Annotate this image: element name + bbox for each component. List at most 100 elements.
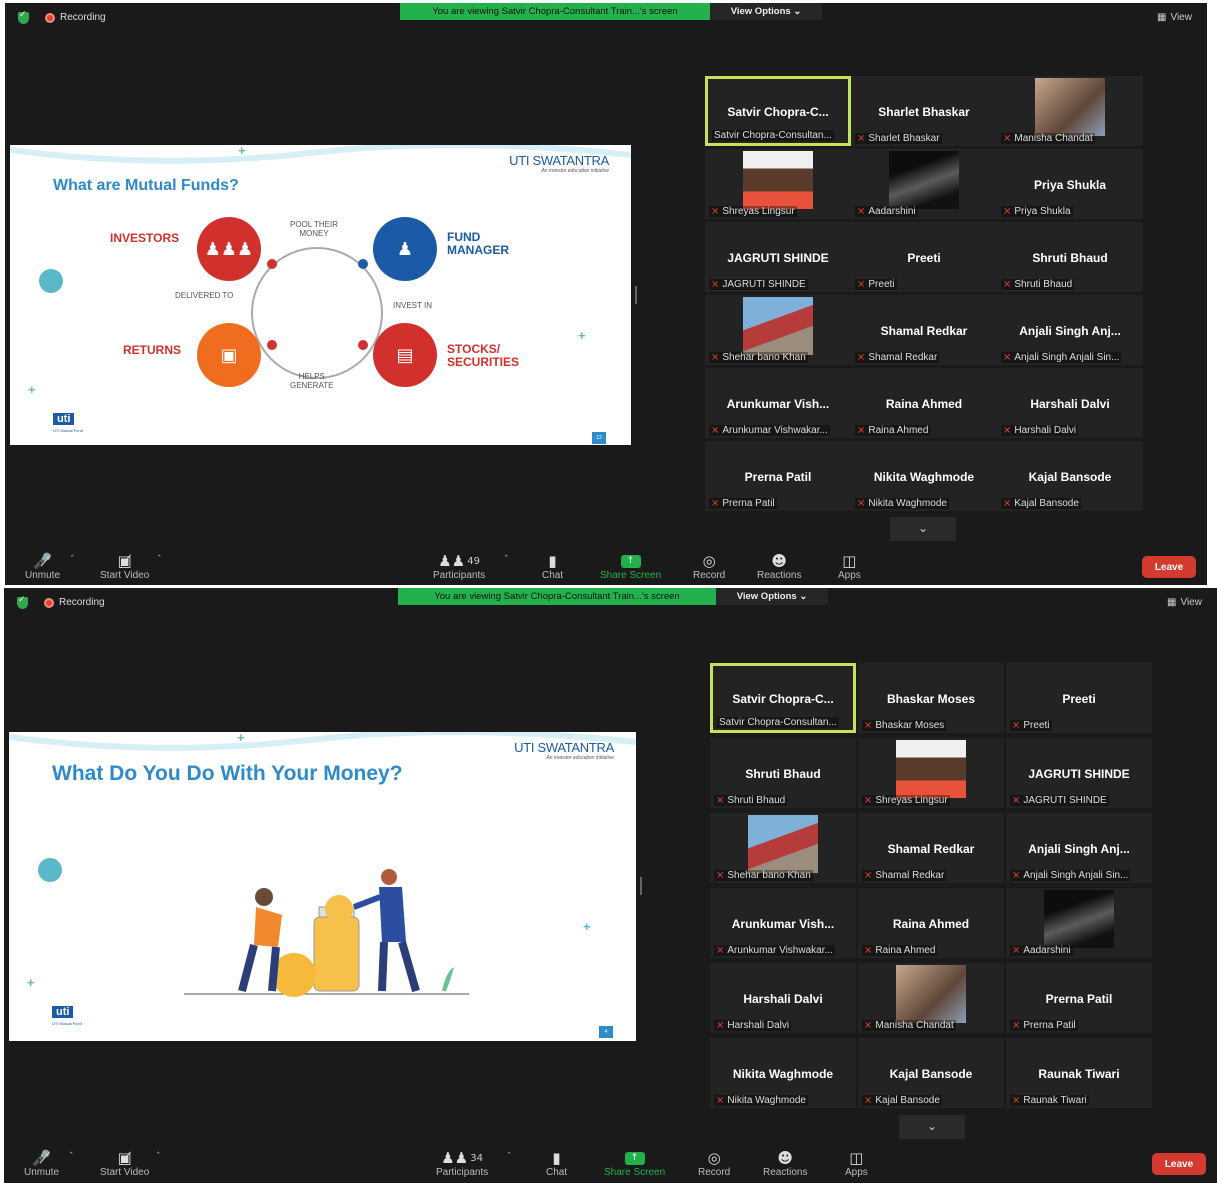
reactions-button[interactable]: ☻ Reactions xyxy=(763,1149,807,1178)
participant-name: Harshali Dalvi xyxy=(1014,425,1077,436)
participant-tile[interactable]: ⨯ Aadarshini xyxy=(851,149,997,219)
splitter-handle[interactable] xyxy=(640,877,642,895)
participant-tile[interactable]: Shruti Bhaud ⨯ Shruti Bhaud xyxy=(997,222,1143,292)
participant-tile[interactable]: Harshali Dalvi ⨯ Harshali Dalvi xyxy=(997,368,1143,438)
participant-tile[interactable]: Harshali Dalvi ⨯ Harshali Dalvi xyxy=(710,963,856,1033)
mic-muted-icon: ⨯ xyxy=(857,425,866,436)
participant-tile[interactable]: Satvir Chopra-C... Satvir Chopra-Consulta… xyxy=(710,663,856,733)
participant-tile[interactable]: Anjali Singh Anj... ⨯ Anjali Singh Anjali … xyxy=(997,295,1143,365)
video-options-caret[interactable]: ˆ xyxy=(157,555,162,565)
uti-logo-sub: UTI Mutual Fund xyxy=(53,428,83,433)
viewing-screen-banner: You are viewing Satvir Chopra-Consultant… xyxy=(400,3,710,20)
apps-icon: ◫ xyxy=(842,552,857,570)
view-options-button[interactable]: View Options ⌄ xyxy=(716,588,828,605)
participant-tile[interactable]: Kajal Bansode ⨯ Kajal Bansode xyxy=(858,1038,1004,1108)
participants-button[interactable]: ♟♟ 34 Participants xyxy=(436,1149,488,1178)
record-button[interactable]: ◎ Record xyxy=(693,552,725,581)
reactions-button[interactable]: ☻ Reactions xyxy=(757,552,801,581)
participant-display-name: Anjali Singh Anj... xyxy=(1028,842,1130,856)
participant-tile[interactable]: ⨯ Shreyas Lingsur xyxy=(705,149,851,219)
participant-tile[interactable]: Arunkumar Vish... ⨯ Arunkumar Vishwakar... xyxy=(705,368,851,438)
record-button[interactable]: ◎ Record xyxy=(698,1149,730,1178)
participant-name-tag: ⨯ Nikita Waghmode xyxy=(714,1095,808,1106)
start-video-button[interactable]: ▣̸ Start Video xyxy=(100,552,149,581)
participant-tile[interactable]: ⨯ Manisha Chandat xyxy=(858,963,1004,1033)
participant-name-tag: ⨯ Raunak Tiwari xyxy=(1010,1095,1089,1106)
share-screen-icon: ↑ xyxy=(624,1151,645,1165)
participants-caret[interactable]: ˆ xyxy=(507,1152,512,1162)
mic-muted-icon: ⨯ xyxy=(716,1020,725,1031)
zoom-window-1: Recording You are viewing Satvir Chopra-… xyxy=(5,3,1207,585)
participant-tile[interactable]: ⨯ Aadarshini xyxy=(1006,888,1152,958)
participant-tile[interactable]: Bhaskar Moses ⨯ Bhaskar Moses xyxy=(858,663,1004,733)
participant-tile[interactable]: ⨯ Shehar bano Khan xyxy=(710,813,856,883)
gallery-next-button[interactable]: ⌄ xyxy=(890,517,956,541)
investors-icon: ♟♟♟ xyxy=(197,217,261,281)
plus-decoration-icon: + xyxy=(238,145,246,158)
recording-indicator[interactable]: Recording xyxy=(44,597,105,608)
chat-button[interactable]: ▮ Chat xyxy=(542,552,563,581)
participant-tile[interactable]: Preeti ⨯ Preeti xyxy=(1006,663,1152,733)
participant-tile[interactable]: JAGRUTI SHINDE ⨯ JAGRUTI SHINDE xyxy=(705,222,851,292)
recording-indicator[interactable]: Recording xyxy=(45,12,106,23)
participant-tile[interactable]: JAGRUTI SHINDE ⨯ JAGRUTI SHINDE xyxy=(1006,738,1152,808)
video-options-caret[interactable]: ˆ xyxy=(156,1152,161,1162)
participant-tile[interactable]: Anjali Singh Anj... ⨯ Anjali Singh Anjali … xyxy=(1006,813,1152,883)
participant-display-name: Shruti Bhaud xyxy=(1032,251,1108,265)
participant-tile[interactable]: Kajal Bansode ⨯ Kajal Bansode xyxy=(997,441,1143,511)
participant-tile[interactable]: Prerna Patil ⨯ Prerna Patil xyxy=(1006,963,1152,1033)
pool-line2: MONEY xyxy=(299,229,329,238)
participant-name: Sharlet Bhaskar xyxy=(868,133,940,144)
mic-muted-icon: ⨯ xyxy=(1003,425,1012,436)
encryption-shield-icon[interactable] xyxy=(17,595,28,609)
participant-name: Satvir Chopra-Consultan... xyxy=(714,130,832,141)
share-screen-button[interactable]: ↑ Share Screen xyxy=(600,552,661,581)
participant-tile[interactable]: Nikita Waghmode ⨯ Nikita Waghmode xyxy=(851,441,997,511)
participant-tile[interactable]: ⨯ Shehar bano Khan xyxy=(705,295,851,365)
participant-display-name: Raina Ahmed xyxy=(892,917,970,931)
participant-tile[interactable]: Shamal Redkar ⨯ Shamal Redkar xyxy=(851,295,997,365)
participant-tile[interactable]: Raina Ahmed ⨯ Raina Ahmed xyxy=(851,368,997,438)
participant-tile[interactable]: Raina Ahmed ⨯ Raina Ahmed xyxy=(858,888,1004,958)
participant-tile[interactable]: Sharlet Bhaskar ⨯ Sharlet Bhaskar xyxy=(851,76,997,146)
apps-button[interactable]: ◫ Apps xyxy=(845,1149,868,1178)
start-video-button[interactable]: ▣̸ Start Video xyxy=(100,1149,149,1178)
view-button[interactable]: ▦ View xyxy=(1167,597,1202,608)
gallery-next-button[interactable]: ⌄ xyxy=(899,1115,965,1139)
participant-tile[interactable]: ⨯ Manisha Chandat xyxy=(997,76,1143,146)
view-options-button[interactable]: View Options ⌄ xyxy=(710,3,822,20)
participant-tile[interactable]: Preeti ⨯ Preeti xyxy=(851,222,997,292)
participant-tile[interactable]: Arunkumar Vish... ⨯ Arunkumar Vishwakar... xyxy=(710,888,856,958)
participant-tile[interactable]: Shruti Bhaud ⨯ Shruti Bhaud xyxy=(710,738,856,808)
participant-name: Shruti Bhaud xyxy=(1014,279,1073,290)
leave-button[interactable]: Leave xyxy=(1142,556,1196,578)
view-label: View xyxy=(1180,597,1202,608)
participants-button[interactable]: ♟♟ 49 Participants xyxy=(433,552,485,581)
participants-icon: ♟♟ xyxy=(441,1149,469,1167)
unmute-button[interactable]: 🎤̸ Unmute xyxy=(25,552,60,581)
participant-tile[interactable]: Nikita Waghmode ⨯ Nikita Waghmode xyxy=(710,1038,856,1108)
participant-name: Raina Ahmed xyxy=(875,945,936,956)
participant-display-name: Arunkumar Vish... xyxy=(731,917,835,931)
chat-button[interactable]: ▮ Chat xyxy=(546,1149,567,1178)
apps-button[interactable]: ◫ Apps xyxy=(838,552,861,581)
participant-tile[interactable]: Satvir Chopra-C... Satvir Chopra-Consulta… xyxy=(705,76,851,146)
participant-tile[interactable]: ⨯ Shreyas Lingsur xyxy=(858,738,1004,808)
audio-options-caret[interactable]: ˆ xyxy=(69,1152,74,1162)
unmute-button[interactable]: 🎤̸ Unmute xyxy=(24,1149,59,1178)
participant-tile[interactable]: Raunak Tiwari ⨯ Raunak Tiwari xyxy=(1006,1038,1152,1108)
participant-tile[interactable]: Shamal Redkar ⨯ Shamal Redkar xyxy=(858,813,1004,883)
encryption-shield-icon[interactable] xyxy=(18,10,29,24)
participant-tile[interactable]: Priya Shukla ⨯ Priya Shukla xyxy=(997,149,1143,219)
splitter-handle[interactable] xyxy=(635,286,637,304)
audio-options-caret[interactable]: ˆ xyxy=(70,555,75,565)
share-screen-button[interactable]: ↑ Share Screen xyxy=(604,1149,665,1178)
participants-label: Participants xyxy=(436,1167,489,1178)
view-button[interactable]: ▦ View xyxy=(1157,12,1192,23)
mic-muted-icon: ⨯ xyxy=(864,720,873,731)
participants-caret[interactable]: ˆ xyxy=(504,555,509,565)
participant-tile[interactable]: Prerna Patil ⨯ Prerna Patil xyxy=(705,441,851,511)
participant-display-name: Preeti xyxy=(907,251,941,265)
leave-button[interactable]: Leave xyxy=(1152,1153,1206,1175)
mic-muted-icon: ⨯ xyxy=(716,945,725,956)
